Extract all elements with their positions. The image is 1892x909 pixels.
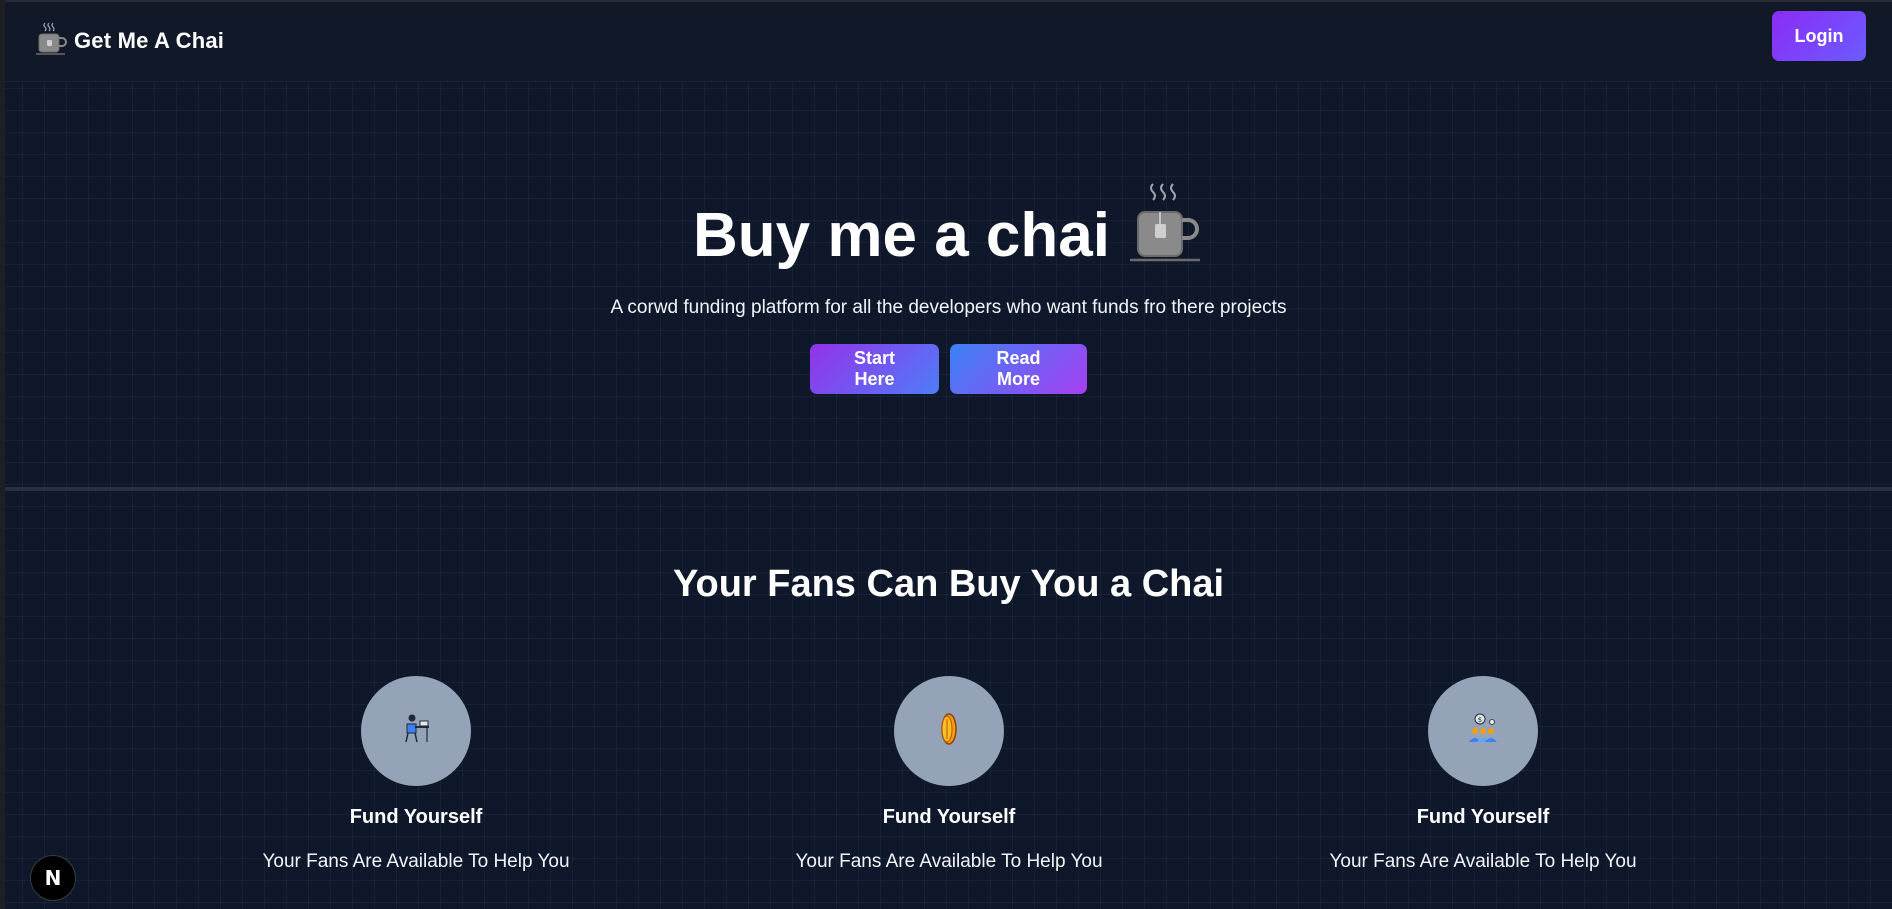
login-button[interactable]: Login (1772, 11, 1866, 61)
feature-title: Fund Yourself (882, 806, 1016, 828)
feature-description: Your Fans Are Available To Help You (795, 851, 1103, 872)
hero-subtitle: A corwd funding platform for all the dev… (610, 297, 1287, 318)
nextjs-dev-badge[interactable]: N (30, 855, 76, 901)
start-here-button[interactable]: Start Here (810, 344, 939, 394)
coin-icon (932, 712, 966, 751)
read-more-button[interactable]: Read More (950, 344, 1087, 394)
group-icon: $ (1465, 712, 1501, 751)
feature-icon-circle (361, 676, 471, 786)
feature-icon-circle (894, 676, 1004, 786)
feature-icon-circle: $ (1428, 676, 1538, 786)
feature-description: Your Fans Are Available To Help You (1329, 851, 1637, 872)
feature-title: Fund Yourself (1416, 806, 1550, 828)
tea-cup-icon (1128, 182, 1204, 267)
brand[interactable]: Get Me A Chai (36, 20, 224, 61)
developer-at-desk-icon (399, 712, 433, 751)
navbar: Get Me A Chai Login (5, 2, 1892, 82)
hero-buttons: Start Here Read More (5, 344, 1892, 394)
feature-card: $ Fund Yourself Your Fans Are Available … (1303, 676, 1663, 873)
hero-title: Buy me a chai (693, 201, 1110, 270)
fans-heading: Your Fans Can Buy You a Chai (672, 563, 1225, 605)
feature-card: Fund Yourself Your Fans Are Available To… (769, 676, 1129, 873)
tea-cup-icon (36, 20, 68, 61)
hero-title-row: Buy me a chai (5, 182, 1892, 267)
brand-name: Get Me A Chai (74, 27, 225, 53)
hero-section: Buy me a chai A corwd funding platform f… (5, 82, 1892, 487)
svg-text:$: $ (1478, 716, 1482, 724)
feature-description: Your Fans Are Available To Help You (262, 851, 570, 872)
feature-card: Fund Yourself Your Fans Are Available To… (236, 676, 596, 873)
feature-title: Fund Yourself (349, 806, 483, 828)
fans-section: Your Fans Can Buy You a Chai Fund Yourse… (5, 491, 1892, 909)
